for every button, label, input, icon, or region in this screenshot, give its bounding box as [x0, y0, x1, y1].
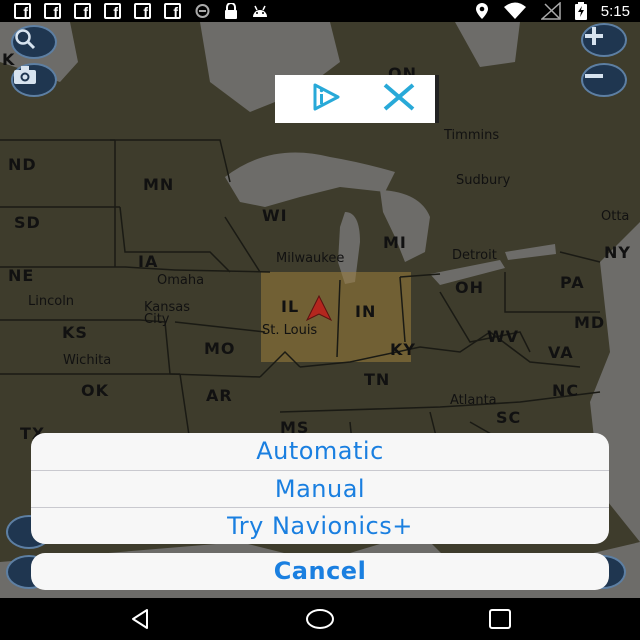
facebook-letter: f [113, 4, 118, 19]
map-label-mn: MN [143, 175, 175, 194]
location-icon [475, 3, 488, 19]
map-city-omaha: Omaha [157, 273, 205, 288]
android-icon [253, 5, 267, 17]
back-icon [132, 609, 148, 629]
map-label-pa: PA [560, 273, 585, 292]
facebook-icon: f [134, 3, 151, 19]
map-city-detroit: Detroit [452, 248, 497, 263]
battery-charging-icon [574, 2, 587, 20]
map-label-in: IN [355, 302, 377, 321]
map-label-il: IL [281, 297, 300, 316]
system-icons: 5:15 [475, 2, 630, 20]
map-city-milwaukee: Milwaukee [276, 251, 345, 266]
map-label-wi: WI [262, 206, 288, 225]
zoom-out-button[interactable] [581, 63, 627, 97]
facebook-icon: f [14, 3, 31, 19]
home-button[interactable] [300, 606, 340, 632]
map-label-oh: OH [455, 278, 484, 297]
status-bar: f f f f f f 5:15 [0, 0, 640, 22]
sync-icon [195, 4, 210, 18]
map-label-ne: NE [8, 266, 35, 285]
search-button[interactable] [11, 25, 57, 59]
zoom-in-button[interactable] [581, 23, 627, 57]
close-icon[interactable] [381, 81, 417, 113]
no-signal-icon [540, 2, 561, 20]
lock-icon [225, 3, 237, 19]
map-label-ny: NY [604, 243, 631, 262]
map-label-nc: NC [552, 381, 580, 400]
option-manual[interactable]: Manual [31, 470, 609, 507]
facebook-letter: f [173, 4, 178, 19]
facebook-icon: f [104, 3, 121, 19]
facebook-letter: f [23, 4, 28, 19]
recents-icon [489, 609, 511, 629]
search-icon [15, 29, 36, 50]
minus-icon [585, 74, 603, 78]
map-label-wv: WV [487, 327, 520, 346]
map-city-ottawa: Otta [601, 209, 630, 224]
facebook-icon: f [44, 3, 61, 19]
facebook-letter: f [143, 4, 148, 19]
clock: 5:15 [600, 2, 630, 20]
map-label-tn: TN [364, 370, 391, 389]
map-label-ar: AR [206, 386, 233, 405]
ad-banner[interactable] [275, 75, 439, 123]
map-label-mi: MI [383, 233, 407, 252]
ad-choices-icon[interactable] [311, 82, 341, 112]
map-city-lincoln: Lincoln [28, 294, 75, 309]
map-label-va: VA [548, 343, 574, 362]
region-highlight [261, 272, 411, 362]
map-label-md: MD [574, 313, 606, 332]
option-try-navionics-plus[interactable]: Try Navionics+ [31, 507, 609, 544]
facebook-letter: f [83, 4, 88, 19]
facebook-icon: f [164, 3, 181, 19]
recents-button[interactable] [480, 606, 520, 632]
camera-button[interactable] [11, 63, 57, 97]
facebook-letter: f [53, 4, 58, 19]
notification-icons: f f f f f f [14, 3, 269, 19]
map-city-sudbury: Sudbury [456, 173, 511, 188]
map-label-ia: IA [138, 252, 159, 271]
map-label-nd: ND [8, 155, 37, 174]
map-label-ky: KY [390, 340, 416, 359]
map-city-wichita: Wichita [63, 353, 112, 368]
map-label-mo: MO [204, 339, 236, 358]
map-label-ks: KS [62, 323, 88, 342]
map-city-atlanta: Atlanta [450, 393, 497, 408]
map-city-timmins: Timmins [444, 128, 500, 143]
cancel-button[interactable]: Cancel [31, 553, 609, 590]
facebook-icon: f [74, 3, 91, 19]
map-city-st-louis: St. Louis [262, 323, 318, 338]
action-sheet: Automatic Manual Try Navionics+ [31, 433, 609, 544]
home-icon [306, 609, 334, 629]
wifi-icon [503, 2, 526, 19]
plus-icon [585, 27, 603, 45]
map-label-ok: OK [81, 381, 109, 400]
navigation-bar [0, 598, 640, 640]
map-label-sc: SC [496, 408, 522, 427]
map-label-sd: SD [14, 213, 41, 232]
option-automatic[interactable]: Automatic [31, 433, 609, 470]
map-city-kansas-city: Kansas City [144, 300, 191, 327]
camera-icon [14, 66, 36, 84]
back-button[interactable] [120, 606, 160, 632]
